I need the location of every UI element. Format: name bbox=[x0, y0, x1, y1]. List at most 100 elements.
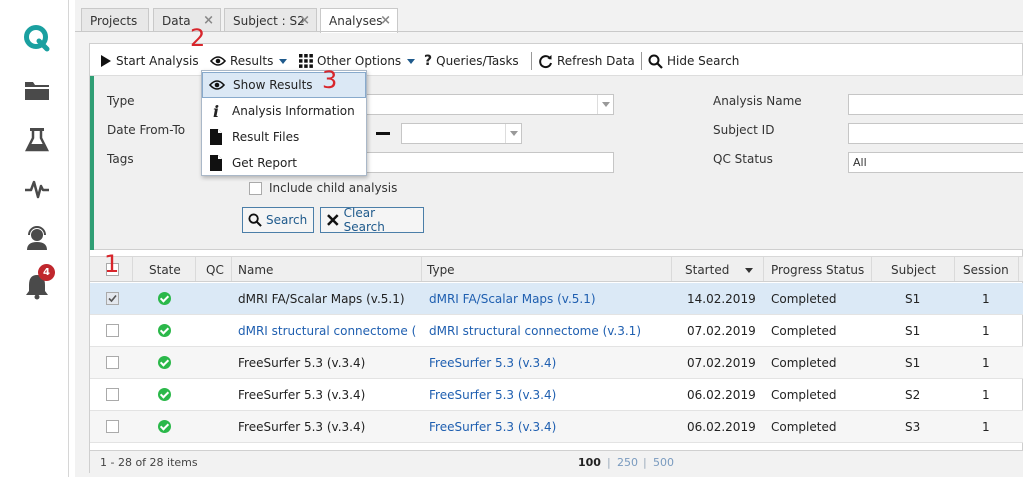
search-icon bbox=[248, 213, 262, 227]
col-qc[interactable]: QC bbox=[206, 263, 224, 277]
tab-label: Subject : S2 bbox=[233, 13, 305, 28]
table-row[interactable]: dMRI structural connectome (… dMRI struc… bbox=[90, 315, 1023, 347]
row-session: 1 bbox=[982, 292, 990, 306]
hide-search-button[interactable]: Hide Search bbox=[648, 52, 739, 70]
folder-icon[interactable] bbox=[21, 74, 53, 106]
include-child-checkbox[interactable] bbox=[249, 182, 262, 195]
table-row[interactable]: FreeSurfer 5.3 (v.3.4) FreeSurfer 5.3 (v… bbox=[90, 347, 1023, 379]
row-status: Completed bbox=[771, 292, 837, 306]
subject-id-field[interactable] bbox=[848, 123, 1023, 144]
row-session: 1 bbox=[982, 324, 990, 338]
row-name: FreeSurfer 5.3 (v.3.4) bbox=[238, 356, 366, 370]
sort-desc-icon[interactable] bbox=[745, 268, 753, 273]
row-status: Completed bbox=[771, 324, 837, 338]
question-icon: ? bbox=[424, 53, 433, 69]
col-type[interactable]: Type bbox=[427, 263, 455, 277]
page-size-250[interactable]: 250 bbox=[617, 456, 638, 469]
results-button[interactable]: Results bbox=[210, 52, 288, 70]
support-agent-icon[interactable] bbox=[21, 222, 53, 254]
tab-analyses[interactable]: Analyses × bbox=[320, 8, 398, 33]
menu-item-result-files[interactable]: Result Files bbox=[202, 124, 366, 150]
col-subject[interactable]: Subject bbox=[891, 263, 936, 277]
queries-tasks-button[interactable]: ? Queries/Tasks bbox=[424, 52, 519, 70]
page-size-500[interactable]: 500 bbox=[653, 456, 674, 469]
row-started: 07.02.2019 bbox=[687, 356, 756, 370]
col-name[interactable]: Name bbox=[238, 263, 273, 277]
queries-tasks-label: Queries/Tasks bbox=[436, 54, 519, 68]
toolbar-divider bbox=[641, 52, 642, 70]
clear-search-button[interactable]: Clear Search bbox=[320, 206, 424, 234]
pulse-icon[interactable] bbox=[21, 173, 53, 205]
tab-subject[interactable]: Subject : S2 × bbox=[224, 8, 317, 32]
table-row[interactable]: FreeSurfer 5.3 (v.3.4) FreeSurfer 5.3 (v… bbox=[90, 411, 1023, 443]
tags-field[interactable] bbox=[360, 152, 614, 173]
column-divider bbox=[421, 257, 422, 281]
chevron-down-icon bbox=[597, 95, 613, 114]
date-range-dash bbox=[376, 132, 390, 135]
eye-icon bbox=[210, 56, 226, 66]
close-icon[interactable]: × bbox=[380, 13, 391, 28]
row-status: Completed bbox=[771, 356, 837, 370]
table-row[interactable]: dMRI FA/Scalar Maps (v.5.1) dMRI FA/Scal… bbox=[90, 283, 1023, 315]
column-divider bbox=[671, 257, 672, 281]
menu-item-get-report[interactable]: Get Report bbox=[202, 150, 366, 176]
panel-accent-bar bbox=[90, 76, 94, 250]
row-checkbox[interactable] bbox=[106, 356, 119, 369]
row-type-link[interactable]: dMRI FA/Scalar Maps (v.5.1) bbox=[429, 292, 667, 306]
grid-icon bbox=[299, 54, 313, 68]
col-session[interactable]: Session bbox=[963, 263, 1009, 277]
state-ok-icon bbox=[158, 356, 171, 369]
analysis-name-field[interactable] bbox=[848, 94, 1023, 115]
chevron-down-icon bbox=[505, 124, 521, 143]
state-ok-icon bbox=[158, 420, 171, 433]
row-type-link[interactable]: dMRI structural connectome (v.3.1) bbox=[429, 324, 667, 338]
column-divider bbox=[871, 257, 872, 281]
row-checkbox[interactable] bbox=[106, 388, 119, 401]
play-icon bbox=[101, 55, 111, 67]
refresh-data-button[interactable]: Refresh Data bbox=[538, 52, 635, 70]
eye-icon bbox=[209, 80, 225, 90]
search-button[interactable]: Search bbox=[242, 207, 314, 233]
row-subject: S3 bbox=[905, 420, 921, 434]
tab-projects[interactable]: Projects bbox=[81, 8, 149, 32]
qc-status-select[interactable]: All bbox=[848, 152, 1023, 173]
state-ok-icon bbox=[158, 324, 171, 337]
row-checkbox[interactable] bbox=[106, 420, 119, 433]
type-select[interactable] bbox=[360, 94, 614, 115]
col-started[interactable]: Started bbox=[685, 263, 729, 277]
col-state[interactable]: State bbox=[149, 263, 181, 277]
row-started: 06.02.2019 bbox=[687, 388, 756, 402]
flask-icon[interactable] bbox=[21, 124, 53, 156]
other-options-button[interactable]: Other Options bbox=[299, 52, 416, 70]
close-icon[interactable]: × bbox=[299, 13, 310, 28]
menu-item-label: Result Files bbox=[232, 130, 300, 144]
row-checkbox[interactable] bbox=[106, 324, 119, 337]
col-progress-status[interactable]: Progress Status bbox=[771, 263, 864, 277]
date-label: Date From-To bbox=[107, 123, 186, 137]
tab-label: Projects bbox=[90, 13, 138, 28]
step-annotation-3: 3 bbox=[322, 66, 338, 94]
start-analysis-button[interactable]: Start Analysis bbox=[100, 52, 199, 70]
include-child-label: Include child analysis bbox=[269, 181, 398, 195]
tab-data[interactable]: Data × bbox=[153, 8, 221, 32]
row-checkbox[interactable] bbox=[106, 292, 119, 305]
row-started: 07.02.2019 bbox=[687, 324, 756, 338]
row-type-link[interactable]: FreeSurfer 5.3 (v.3.4) bbox=[429, 420, 667, 434]
q-logo-icon[interactable] bbox=[21, 22, 53, 54]
row-name-link[interactable]: dMRI structural connectome (… bbox=[238, 324, 416, 338]
refresh-icon bbox=[539, 54, 552, 68]
menu-item-analysis-information[interactable]: i Analysis Information bbox=[202, 98, 366, 124]
column-divider bbox=[1018, 257, 1019, 281]
table-row[interactable]: FreeSurfer 5.3 (v.3.4) FreeSurfer 5.3 (v… bbox=[90, 379, 1023, 411]
date-to-field[interactable] bbox=[401, 123, 522, 144]
row-type-link[interactable]: FreeSurfer 5.3 (v.3.4) bbox=[429, 356, 667, 370]
row-started: 14.02.2019 bbox=[687, 292, 756, 306]
row-type-link[interactable]: FreeSurfer 5.3 (v.3.4) bbox=[429, 388, 667, 402]
menu-item-show-results[interactable]: Show Results bbox=[202, 72, 366, 98]
page-size-100[interactable]: 100 bbox=[578, 456, 601, 469]
type-label: Type bbox=[107, 94, 135, 108]
subject-id-label: Subject ID bbox=[713, 123, 775, 137]
search-icon bbox=[648, 54, 663, 69]
step-annotation-2: 2 bbox=[190, 24, 206, 52]
file-icon bbox=[210, 129, 222, 145]
